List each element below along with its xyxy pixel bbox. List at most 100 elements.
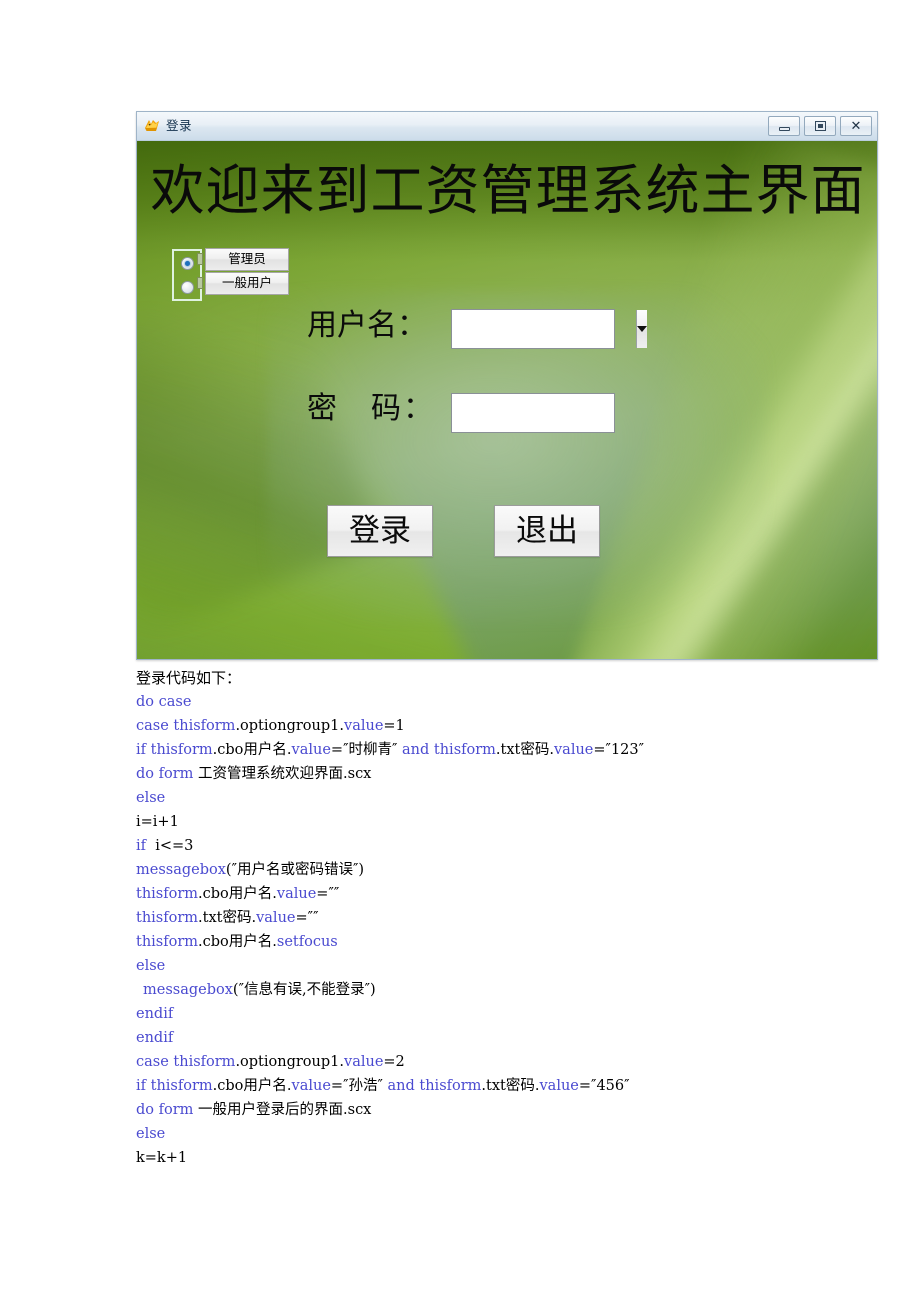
code-text: (″用户名或密码错误″) — [225, 862, 365, 878]
code-keyword: value — [256, 910, 296, 926]
username-input[interactable] — [452, 310, 636, 348]
option-connector-admin — [197, 253, 203, 265]
code-text: .cbo用户名. — [198, 934, 277, 950]
code-keyword: value — [291, 742, 331, 758]
title-bar: 登录 ✕ — [137, 112, 877, 141]
code-keyword: else — [136, 1126, 166, 1142]
radio-admin[interactable] — [180, 256, 194, 270]
code-keyword: case — [136, 1054, 174, 1070]
restore-icon — [814, 121, 826, 131]
code-keyword: endif — [136, 1006, 174, 1022]
code-keyword: thisform — [150, 742, 213, 758]
code-text: i=i+1 — [136, 814, 179, 830]
code-text: 工资管理系统欢迎界面.scx — [198, 766, 372, 782]
code-keyword: value — [276, 886, 317, 902]
username-label: 用户名： — [307, 308, 427, 343]
chevron-down-icon[interactable] — [636, 310, 647, 348]
code-line: endif — [136, 1026, 896, 1050]
option-connector-normal-user — [197, 277, 203, 289]
password-label: 密 码： — [307, 391, 435, 426]
code-keyword: messagebox — [136, 862, 226, 878]
code-text: k=k+1 — [136, 1150, 188, 1166]
code-line: endif — [136, 1002, 896, 1026]
code-keyword: thisform — [173, 1054, 236, 1070]
minimize-button[interactable] — [768, 116, 800, 136]
code-text: .optiongroup1. — [235, 1054, 344, 1070]
close-button[interactable]: ✕ — [840, 116, 872, 136]
close-icon: ✕ — [850, 118, 862, 134]
code-line: if thisform.cbo用户名.value=″孙浩″ and thisfo… — [136, 1074, 896, 1098]
code-line: thisform.cbo用户名.setfocus — [136, 930, 896, 954]
code-keyword: do case — [136, 694, 192, 710]
code-keyword: thisform — [419, 1078, 482, 1094]
code-text: .cbo用户名. — [212, 742, 292, 758]
code-text: (″信息有误,不能登录″) — [232, 982, 376, 998]
code-keyword: else — [136, 790, 166, 806]
code-text: 一般用户登录后的界面.scx — [198, 1102, 372, 1118]
code-line: thisform.txt密码.value=″″ — [136, 906, 896, 930]
code-lines: do case case thisform.optiongroup1.value=… — [136, 690, 896, 1170]
foxpro-icon — [143, 117, 161, 135]
code-text: =″″ — [295, 910, 319, 926]
code-text: .optiongroup1. — [235, 718, 344, 734]
code-keyword: value — [553, 742, 594, 758]
code-line: if thisform.cbo用户名.value=″时柳青″ and thisf… — [136, 738, 896, 762]
code-keyword: thisform — [136, 886, 199, 902]
code-line: messagebox(″信息有误,不能登录″) — [136, 978, 896, 1002]
radio-normal-user[interactable] — [180, 280, 194, 294]
code-line: k=k+1 — [136, 1146, 896, 1170]
login-button[interactable]: 登录 — [327, 505, 433, 557]
restore-button[interactable] — [804, 116, 836, 136]
arrow-down-glyph — [637, 326, 647, 332]
code-keyword: and — [402, 742, 434, 758]
exit-button[interactable]: 退出 — [494, 505, 600, 557]
minimize-icon — [778, 126, 790, 131]
code-text: =2 — [383, 1054, 405, 1070]
code-listing: 登录代码如下： do case case thisform.optiongroup… — [136, 666, 896, 1170]
code-keyword: case — [136, 718, 174, 734]
code-keyword: if — [136, 1078, 151, 1094]
username-combobox[interactable] — [451, 309, 647, 349]
login-window: 登录 ✕ 欢迎来到工资管理系统主界面 管理员 一般用户 用户名： 密 码： 登录… — [136, 111, 878, 660]
code-line: case thisform.optiongroup1.value=2 — [136, 1050, 896, 1074]
code-keyword: endif — [136, 1030, 174, 1046]
form-canvas: 欢迎来到工资管理系统主界面 管理员 一般用户 用户名： 密 码： 登录 退出 — [137, 141, 877, 659]
code-keyword: do form — [136, 766, 199, 782]
code-text: =″孙浩″ — [330, 1078, 388, 1094]
code-keyword: value — [539, 1078, 579, 1094]
code-line: else — [136, 954, 896, 978]
code-line: else — [136, 786, 896, 810]
code-line: do case — [136, 690, 896, 714]
password-input[interactable] — [451, 393, 615, 433]
code-keyword: else — [136, 958, 166, 974]
code-keyword: setfocus — [276, 934, 338, 950]
code-text: =″时柳青″ — [330, 742, 403, 758]
code-keyword: thisform — [150, 1078, 213, 1094]
code-line: else — [136, 1122, 896, 1146]
code-text: .cbo用户名. — [198, 886, 277, 902]
code-keyword: value — [344, 718, 384, 734]
code-keyword: if — [136, 838, 151, 854]
code-text: .txt密码. — [495, 742, 554, 758]
code-keyword: messagebox — [143, 982, 233, 998]
option-label-normal-user[interactable]: 一般用户 — [205, 272, 289, 295]
code-text: .cbo用户名. — [212, 1078, 292, 1094]
code-keyword: thisform — [433, 742, 496, 758]
code-text: i<=3 — [150, 838, 194, 854]
code-keyword: thisform — [136, 934, 199, 950]
code-keyword: do form — [136, 1102, 199, 1118]
code-text: =″″ — [316, 886, 340, 902]
code-line: do form 一般用户登录后的界面.scx — [136, 1098, 896, 1122]
code-keyword: value — [344, 1054, 384, 1070]
code-line: messagebox(″用户名或密码错误″) — [136, 858, 896, 882]
code-keyword: and — [387, 1078, 420, 1094]
window-title: 登录 — [166, 117, 193, 133]
code-text: .txt密码. — [198, 910, 257, 926]
code-line: thisform.cbo用户名.value=″″ — [136, 882, 896, 906]
code-caption: 登录代码如下： — [136, 669, 242, 687]
code-keyword: if — [136, 742, 151, 758]
code-text: =″123″ — [593, 742, 645, 758]
code-keyword: value — [291, 1078, 331, 1094]
option-label-admin[interactable]: 管理员 — [205, 248, 289, 271]
window-controls: ✕ — [768, 116, 872, 136]
